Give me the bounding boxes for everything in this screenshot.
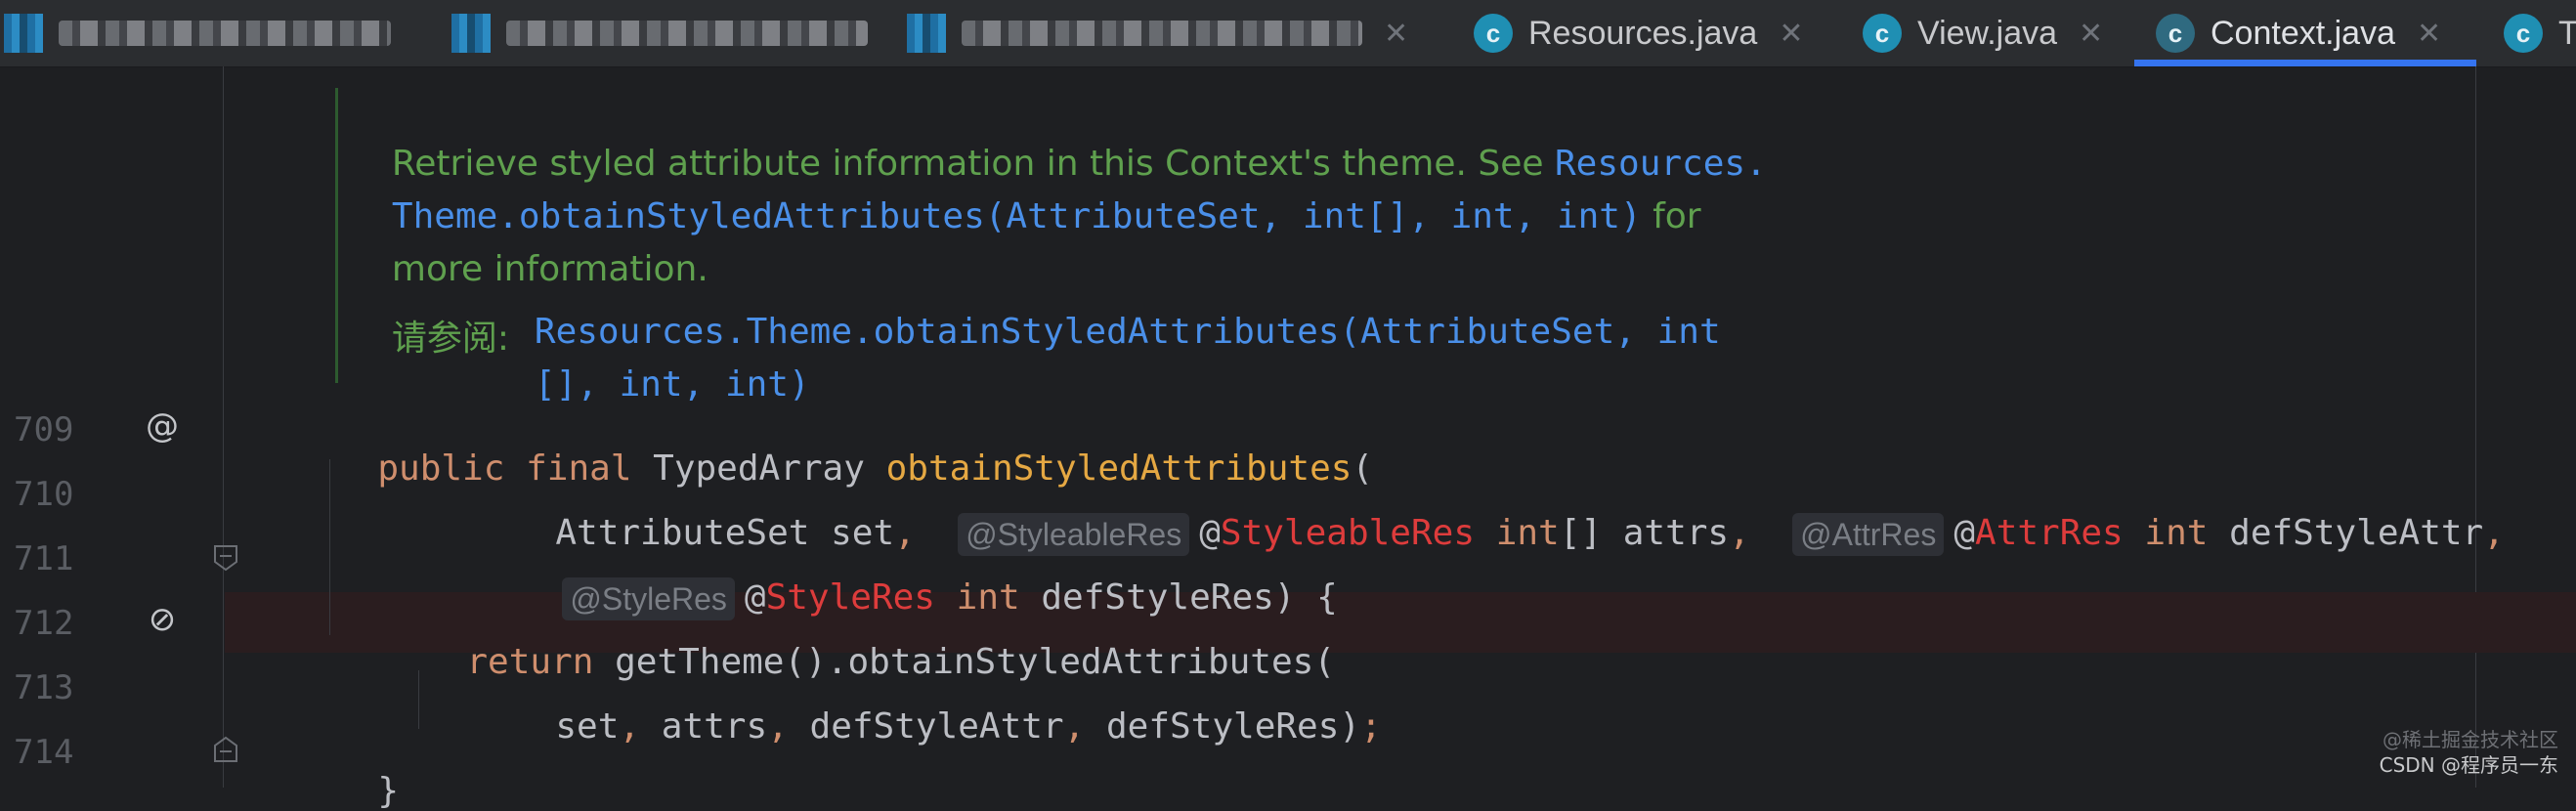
punctuation: , [619, 706, 641, 747]
right-margin-guide [2475, 66, 2476, 788]
inlay-hint: @AttrRes [1792, 513, 1945, 556]
tab-view-java[interactable]: c View.java ✕ [1863, 0, 2103, 66]
tab-blurred-label [59, 21, 391, 46]
close-icon[interactable]: ✕ [2079, 17, 2103, 51]
argument: defStyleAttr [809, 706, 1064, 747]
class-icon: c [2504, 14, 2543, 53]
watermark-text: CSDN @程序员一东 [2379, 753, 2558, 777]
argument: attrs [661, 706, 768, 747]
code-line-714[interactable]: } [335, 731, 399, 811]
see-also-label: 请参阅: [391, 319, 510, 359]
line-number: 713 [14, 668, 74, 707]
tab-blurred-1[interactable] [4, 0, 391, 66]
close-icon[interactable]: ✕ [1779, 17, 1803, 51]
punctuation: ; [1360, 706, 1382, 747]
class-icon: c [1474, 14, 1513, 53]
parameter: defStyleAttr [2229, 513, 2484, 553]
fold-marker-icon[interactable] [213, 544, 238, 572]
doc-comment-bar [335, 88, 338, 383]
punctuation: ) [1339, 706, 1361, 747]
keyword: public [377, 448, 505, 489]
editor-tab-bar: ✕ c Resources.java ✕ c View.java ✕ c Con… [0, 0, 2576, 67]
punctuation: @ [1953, 513, 1976, 553]
doc-see-link-2: [], int, int) [512, 324, 810, 405]
file-icon [907, 14, 946, 53]
tab-blurred-2[interactable] [451, 0, 868, 66]
line-number: 710 [14, 475, 74, 514]
parameter: [] attrs [1559, 513, 1730, 553]
tab-context-java[interactable]: c Context.java ✕ [2134, 0, 2476, 66]
close-icon[interactable]: ✕ [1384, 17, 1408, 51]
disabled-breakpoint-icon[interactable]: ⊘ [143, 600, 182, 639]
argument: defStyleRes [1105, 706, 1340, 747]
punctuation: } [377, 771, 400, 811]
file-icon [451, 14, 491, 53]
tab-blurred-label [506, 21, 868, 46]
code-line-713[interactable]: set, attrs, defStyleAttr, defStyleRes); [513, 666, 1382, 747]
tab-blurred-label [962, 21, 1362, 46]
argument: set [555, 706, 620, 747]
indent-guide [329, 459, 330, 635]
punctuation: , [1729, 513, 1750, 553]
tab-blurred-3[interactable]: ✕ [907, 0, 1408, 66]
indent-guide [223, 66, 224, 788]
doc-link[interactable]: [], int, int) [535, 364, 810, 405]
line-number: 714 [14, 733, 74, 772]
line-number: 711 [14, 539, 74, 578]
tab-label: Context.java [2211, 14, 2395, 52]
annotation: AttrRes [1975, 513, 2124, 553]
watermark-text: @稀土掘金技术社区 [2383, 728, 2558, 751]
indent-guide [418, 670, 419, 729]
tab-overflow[interactable]: c T [2504, 0, 2576, 66]
punctuation: , [2483, 513, 2505, 553]
tab-label: View.java [1917, 14, 2058, 52]
keyword: int [2144, 513, 2209, 553]
tab-label: Resources.java [1528, 14, 1758, 52]
file-icon [4, 14, 43, 53]
override-icon[interactable]: @ [143, 406, 182, 446]
line-number: 712 [14, 604, 74, 643]
punctuation: , [767, 706, 789, 747]
tab-resources-java[interactable]: c Resources.java ✕ [1474, 0, 1803, 66]
line-number: 709 [14, 410, 74, 449]
watermark: @稀土掘金技术社区 CSDN @程序员一东 [2380, 727, 2558, 778]
active-tab-indicator [2134, 60, 2476, 66]
class-icon: c [2156, 14, 2195, 53]
keyword: int [1495, 513, 1560, 553]
close-icon[interactable]: ✕ [2417, 17, 2441, 51]
class-icon: c [1863, 14, 1902, 53]
fold-marker-icon[interactable] [213, 736, 238, 763]
tab-label: T [2558, 15, 2576, 53]
doc-line-4: 请参阅: [369, 270, 509, 361]
doc-text: for [1641, 196, 1701, 236]
punctuation: , [1063, 706, 1086, 747]
